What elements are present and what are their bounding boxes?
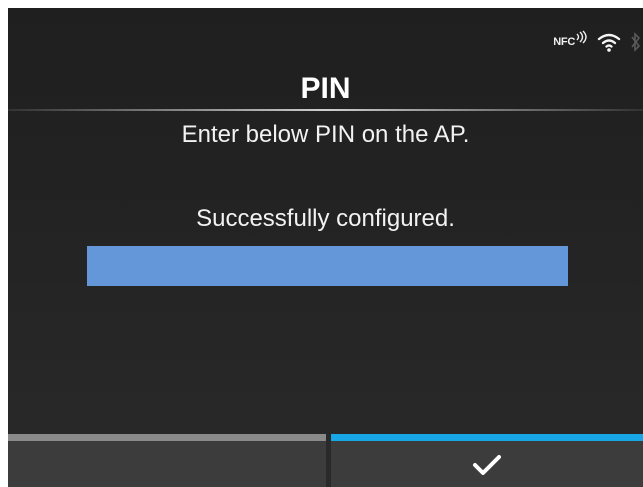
checkmark-icon — [473, 455, 501, 475]
instruction-text: Enter below PIN on the AP. — [181, 121, 470, 148]
nfc-icon — [576, 30, 587, 44]
progress-bar-fill — [87, 246, 568, 286]
softkey-bar — [8, 434, 643, 487]
wifi-icon — [597, 33, 621, 52]
progress-bar — [87, 246, 568, 286]
status-message: Successfully configured. — [196, 205, 455, 232]
confirm-button[interactable] — [331, 434, 643, 487]
bluetooth-icon — [631, 32, 641, 52]
left-softkey[interactable] — [8, 434, 326, 487]
status-bar: NFC — [553, 30, 643, 54]
page-header: PIN — [8, 68, 643, 114]
nfc-label: NFC — [553, 36, 575, 48]
page-title: PIN — [300, 72, 351, 105]
nfc-indicator: NFC — [553, 30, 587, 48]
printer-display-screen: NFC PIN Enter below PIN on the AP. Succe… — [8, 8, 643, 487]
title-divider — [8, 109, 643, 111]
